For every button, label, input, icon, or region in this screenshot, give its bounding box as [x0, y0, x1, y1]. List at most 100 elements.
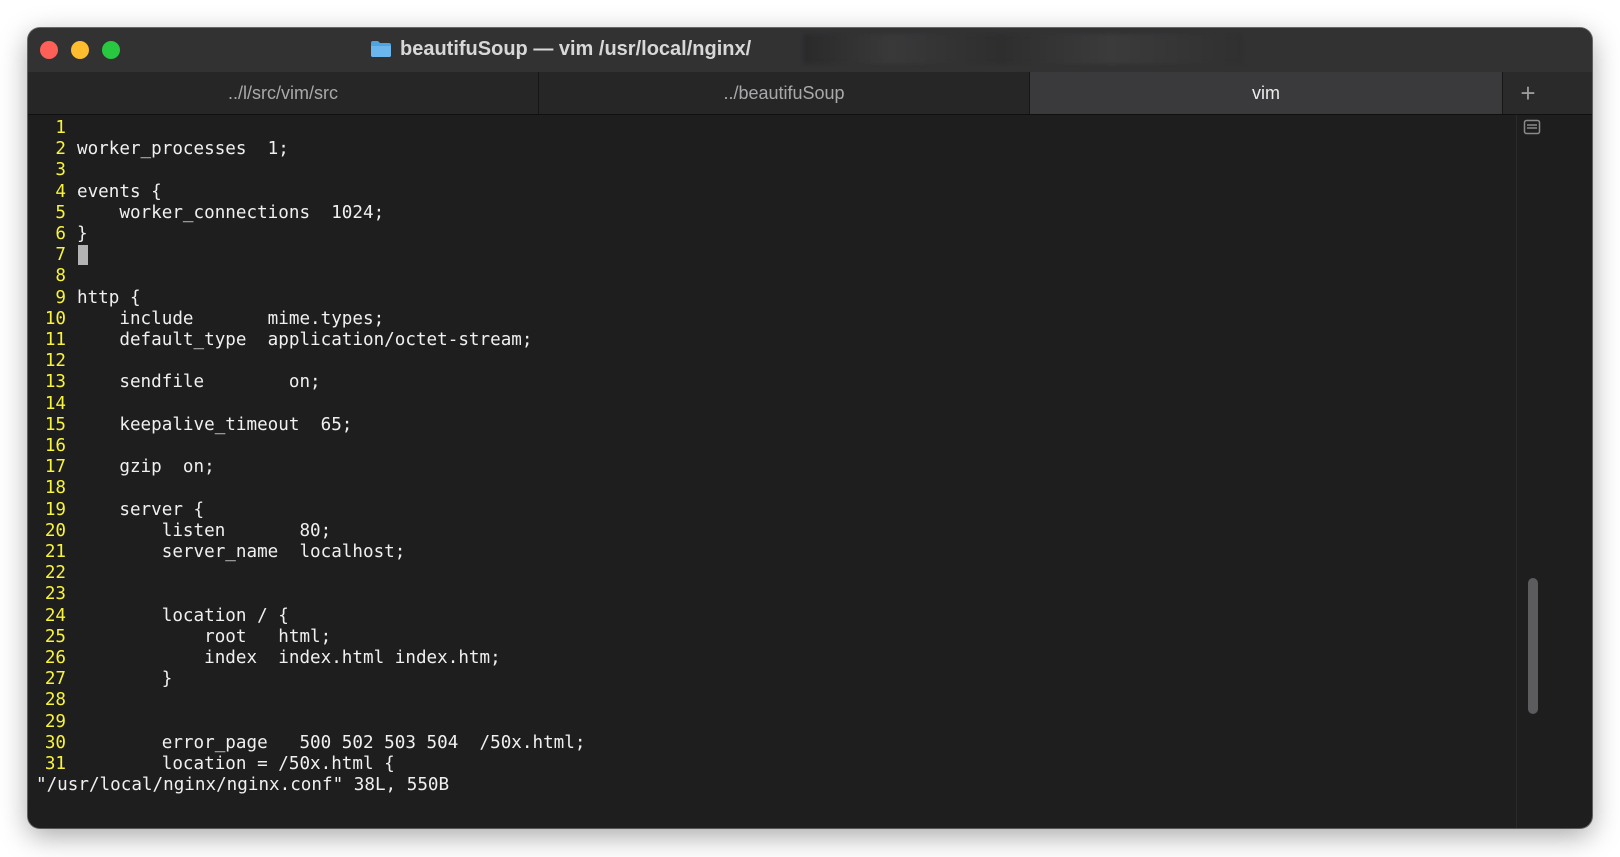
line-text: default_type application/octet-stream;	[77, 330, 533, 350]
code-line: 8	[28, 265, 77, 287]
line-number: 20	[44, 520, 66, 541]
code-line: 7	[28, 244, 77, 266]
code-line: 19 server {	[28, 499, 204, 521]
line-text: worker_processes 1;	[77, 139, 289, 160]
line-number: 15	[44, 414, 66, 435]
line-text: location = /50x.html {	[77, 754, 395, 774]
text-cursor	[78, 245, 88, 266]
line-number: 13	[44, 372, 66, 393]
line-number: 23	[44, 584, 66, 605]
vim-editor[interactable]: "/usr/local/nginx/nginx.conf" 38L, 550B …	[28, 115, 1516, 828]
line-number: 17	[44, 457, 66, 478]
line-number: 10	[44, 308, 66, 329]
tab-vim-src[interactable]: ../l/src/vim/src	[28, 72, 539, 114]
code-line: 21 server_name localhost;	[28, 541, 406, 563]
window-title: beautifuSoup — vim /usr/local/nginx/	[370, 36, 751, 62]
zoom-window-button[interactable]	[102, 41, 120, 59]
vertical-scrollbar[interactable]	[1516, 115, 1553, 828]
line-number: 1	[55, 118, 66, 138]
window-title-text: beautifuSoup — vim /usr/local/nginx/	[400, 37, 752, 60]
line-number: 3	[55, 160, 66, 181]
code-line: 29	[28, 711, 77, 733]
code-line: 26 index index.html index.htm;	[28, 647, 501, 669]
line-number: 2	[55, 139, 66, 160]
code-line: 23	[28, 583, 77, 605]
line-text: }	[77, 224, 88, 244]
code-line: 16	[28, 435, 77, 457]
code-line: 27 }	[28, 668, 173, 690]
terminal-window: beautifuSoup — vim /usr/local/nginx/ ../…	[28, 28, 1592, 828]
line-number: 7	[55, 245, 66, 266]
line-number: 18	[44, 478, 66, 499]
line-text: }	[77, 669, 173, 690]
new-tab-button[interactable]: +	[1504, 72, 1552, 114]
line-text: root html;	[77, 626, 332, 647]
code-line: 1	[28, 117, 77, 139]
code-line: 31 location = /50x.html {	[28, 753, 395, 775]
tab-beautifusoup[interactable]: ../beautifuSoup	[539, 72, 1030, 114]
line-text: worker_connections 1024;	[77, 202, 385, 223]
code-line: 15 keepalive_timeout 65;	[28, 414, 353, 436]
line-number: 9	[55, 287, 66, 308]
code-line: 24 location / {	[28, 605, 289, 627]
line-text: server_name localhost;	[77, 542, 406, 562]
code-line: 12	[28, 350, 77, 372]
line-number: 31	[44, 754, 66, 774]
line-text: keepalive_timeout 65;	[77, 414, 353, 435]
line-number: 4	[55, 181, 66, 202]
code-line: 28	[28, 689, 77, 711]
line-number: 22	[44, 563, 66, 584]
line-text: gzip on;	[77, 457, 215, 478]
code-line: 13 sendfile on;	[28, 371, 321, 393]
scrollbar-thumb[interactable]	[1528, 578, 1538, 714]
line-number: 8	[55, 266, 66, 287]
code-line: 18	[28, 477, 77, 499]
code-line: 4 events {	[28, 181, 162, 203]
title-bar: beautifuSoup — vim /usr/local/nginx/	[28, 28, 1592, 72]
redacted-title-path	[803, 34, 1243, 64]
line-number: 11	[44, 330, 66, 350]
line-number: 21	[44, 542, 66, 562]
code-line: 2 worker_processes 1;	[28, 138, 289, 160]
line-number: 26	[44, 648, 66, 668]
line-text: include mime.types;	[77, 308, 385, 329]
code-line: 9 http {	[28, 287, 141, 309]
line-text: location / {	[77, 605, 289, 626]
line-number: 28	[44, 690, 66, 711]
line-text: index index.html index.htm;	[77, 648, 501, 668]
tab-bar: ../l/src/vim/src ../beautifuSoup vim +	[28, 72, 1592, 115]
split-pane-icon[interactable]	[1523, 119, 1541, 135]
code-line: 17 gzip on;	[28, 456, 215, 478]
line-text: events {	[77, 181, 162, 202]
line-number: 16	[44, 436, 66, 456]
line-number: 24	[44, 605, 66, 626]
line-number: 12	[44, 351, 66, 372]
code-line: 11 default_type application/octet-stream…	[28, 329, 533, 351]
code-line: 30 error_page 500 502 503 504 /50x.html;	[28, 732, 586, 754]
code-line: 10 include mime.types;	[28, 308, 384, 330]
code-line: 22	[28, 562, 77, 584]
code-line: 3	[28, 159, 77, 181]
code-line: 25 root html;	[28, 626, 331, 648]
line-number: 25	[44, 626, 66, 647]
line-text: error_page 500 502 503 504 /50x.html;	[77, 732, 586, 753]
line-number: 29	[44, 711, 66, 732]
line-text: listen 80;	[77, 520, 332, 541]
code-line: 20 listen 80;	[28, 520, 331, 542]
line-number: 14	[44, 393, 66, 414]
line-text: server {	[77, 499, 205, 520]
code-line: 6}	[28, 223, 88, 245]
minimize-window-button[interactable]	[71, 41, 89, 59]
vim-status-line: "/usr/local/nginx/nginx.conf" 38L, 550B	[36, 775, 450, 796]
line-number: 19	[44, 499, 66, 520]
tab-vim[interactable]: vim	[1030, 72, 1503, 114]
line-text: sendfile on;	[77, 372, 321, 393]
line-number: 5	[55, 202, 66, 223]
line-number: 27	[44, 669, 66, 690]
folder-icon	[371, 41, 391, 57]
line-number: 30	[44, 732, 66, 753]
line-number: 6	[55, 224, 66, 244]
close-window-button[interactable]	[40, 41, 58, 59]
line-text: http {	[77, 287, 141, 308]
code-line: 5 worker_connections 1024;	[28, 202, 384, 224]
